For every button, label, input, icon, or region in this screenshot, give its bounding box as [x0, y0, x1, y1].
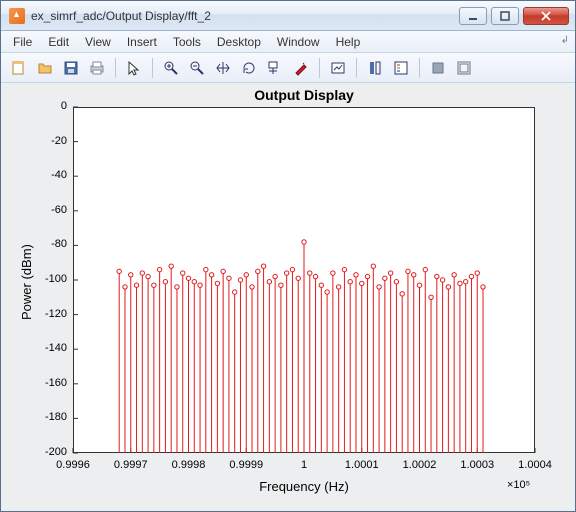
- axes-canvas: Output Display0-20-40-60-80-100-120-140-…: [1, 83, 575, 511]
- close-icon: [541, 11, 551, 21]
- menu-view[interactable]: View: [77, 33, 119, 51]
- toolbar-separator: [356, 58, 357, 78]
- toolbar: [1, 53, 575, 83]
- zoom-out-icon: [189, 60, 205, 76]
- pan-button[interactable]: [211, 56, 235, 80]
- new-figure-icon: [11, 60, 27, 76]
- menu-edit[interactable]: Edit: [40, 33, 77, 51]
- save-icon: [63, 60, 79, 76]
- new-figure-button[interactable]: [7, 56, 31, 80]
- rotate-icon: [241, 60, 257, 76]
- pointer-icon: [126, 60, 142, 76]
- data-cursor-button[interactable]: [263, 56, 287, 80]
- figure-area[interactable]: Output Display0-20-40-60-80-100-120-140-…: [1, 83, 575, 511]
- hide-tools-icon: [430, 60, 446, 76]
- open-icon: [37, 60, 53, 76]
- maximize-icon: [500, 11, 510, 21]
- toolbar-separator: [152, 58, 153, 78]
- pan-icon: [215, 60, 231, 76]
- close-button[interactable]: [523, 7, 569, 25]
- legend-button[interactable]: [389, 56, 413, 80]
- stem-series: [1, 83, 575, 511]
- legend-icon: [393, 60, 409, 76]
- pointer-button[interactable]: [122, 56, 146, 80]
- rotate-button[interactable]: [237, 56, 261, 80]
- data-cursor-icon: [267, 60, 283, 76]
- toolbar-separator: [419, 58, 420, 78]
- window-buttons: [459, 7, 569, 25]
- menu-corner-icon[interactable]: ↲: [561, 35, 569, 46]
- colorbar-button[interactable]: [363, 56, 387, 80]
- zoom-in-icon: [163, 60, 179, 76]
- maximize-button[interactable]: [491, 7, 519, 25]
- print-button[interactable]: [85, 56, 109, 80]
- toolbar-separator: [319, 58, 320, 78]
- link-icon: [330, 60, 346, 76]
- menu-window[interactable]: Window: [269, 33, 328, 51]
- menu-tools[interactable]: Tools: [165, 33, 209, 51]
- figure-window: ex_simrf_adc/Output Display/fft_2 File E…: [0, 0, 576, 512]
- minimize-button[interactable]: [459, 7, 487, 25]
- save-button[interactable]: [59, 56, 83, 80]
- zoom-out-button[interactable]: [185, 56, 209, 80]
- toolbar-separator: [115, 58, 116, 78]
- menu-file[interactable]: File: [5, 33, 40, 51]
- menu-desktop[interactable]: Desktop: [209, 33, 269, 51]
- window-title: ex_simrf_adc/Output Display/fft_2: [31, 9, 459, 23]
- menu-insert[interactable]: Insert: [119, 33, 165, 51]
- link-button[interactable]: [326, 56, 350, 80]
- menu-help[interactable]: Help: [328, 33, 369, 51]
- hide-tools-button[interactable]: [426, 56, 450, 80]
- dock-button[interactable]: [452, 56, 476, 80]
- dock-icon: [456, 60, 472, 76]
- minimize-icon: [468, 11, 478, 21]
- titlebar: ex_simrf_adc/Output Display/fft_2: [1, 1, 575, 31]
- menubar: File Edit View Insert Tools Desktop Wind…: [1, 31, 575, 53]
- zoom-in-button[interactable]: [159, 56, 183, 80]
- open-button[interactable]: [33, 56, 57, 80]
- brush-button[interactable]: [289, 56, 313, 80]
- print-icon: [89, 60, 105, 76]
- colorbar-icon: [367, 60, 383, 76]
- brush-icon: [293, 60, 309, 76]
- app-icon: [9, 8, 25, 24]
